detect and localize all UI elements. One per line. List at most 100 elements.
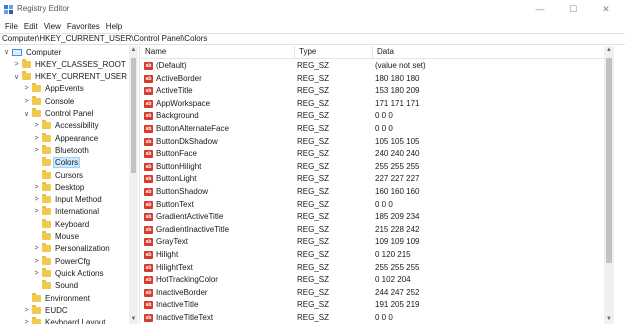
value-row[interactable]: ab ButtonFace REG_SZ 240 240 240 xyxy=(141,148,604,160)
value-data: 244 247 252 xyxy=(375,287,420,297)
value-data: 109 109 109 xyxy=(375,237,420,247)
value-name: ButtonHilight xyxy=(156,161,202,171)
tree-item[interactable]: > PowerCfg xyxy=(0,255,128,267)
chevron-down-icon[interactable]: ∨ xyxy=(12,73,21,81)
values-scrollbar[interactable]: ▲ ▼ xyxy=(604,46,614,324)
value-row[interactable]: ab (Default) REG_SZ (value not set) xyxy=(141,60,604,72)
string-value-icon: ab xyxy=(144,99,153,108)
values-scroll-thumb[interactable] xyxy=(606,58,612,263)
tree-item[interactable]: ∨ Control Panel xyxy=(0,108,128,120)
chevron-down-icon[interactable]: ∨ xyxy=(22,110,31,118)
folder-icon xyxy=(32,83,41,93)
value-row[interactable]: ab InactiveTitleText REG_SZ 0 0 0 xyxy=(141,312,604,324)
tree-item[interactable]: > Desktop xyxy=(0,181,128,193)
menu-file[interactable]: File xyxy=(2,22,21,31)
value-row[interactable]: ab ButtonHilight REG_SZ 255 255 255 xyxy=(141,161,604,173)
value-type: REG_SZ xyxy=(297,73,330,83)
tree-scroll-up-icon[interactable]: ▲ xyxy=(129,46,138,55)
tree-item[interactable]: > Keyboard Layout xyxy=(0,317,128,324)
value-row[interactable]: ab HilightText REG_SZ 255 255 255 xyxy=(141,262,604,274)
tree-item[interactable]: > HKEY_CLASSES_ROOT xyxy=(0,58,128,70)
value-row[interactable]: ab ButtonDkShadow REG_SZ 105 105 105 xyxy=(141,136,604,148)
value-row[interactable]: ab ButtonLight REG_SZ 227 227 227 xyxy=(141,173,604,185)
chevron-right-icon[interactable]: > xyxy=(32,270,41,277)
tree-item[interactable]: > Accessibility xyxy=(0,120,128,132)
tree-item-label: Sound xyxy=(55,281,79,291)
tree-item[interactable]: > Quick Actions xyxy=(0,267,128,279)
tree-item[interactable]: > AppEvents xyxy=(0,83,128,95)
tree-item[interactable]: > EUDC xyxy=(0,304,128,316)
chevron-right-icon[interactable]: > xyxy=(32,184,41,191)
value-row[interactable]: ab GradientInactiveTitle REG_SZ 215 228 242 xyxy=(141,224,604,236)
value-row[interactable]: ab Hilight REG_SZ 0 120 215 xyxy=(141,249,604,261)
tree-item[interactable]: > Console xyxy=(0,95,128,107)
chevron-right-icon[interactable]: > xyxy=(32,196,41,203)
chevron-right-icon[interactable]: > xyxy=(32,208,41,215)
tree-item[interactable]: Sound xyxy=(0,280,128,292)
tree-item[interactable]: > Personalization xyxy=(0,243,128,255)
maximize-button[interactable]: ☐ xyxy=(556,0,590,18)
string-value-icon: ab xyxy=(144,301,153,310)
chevron-right-icon[interactable]: > xyxy=(32,122,41,129)
value-row[interactable]: ab GradientActiveTitle REG_SZ 185 209 234 xyxy=(141,211,604,223)
tree-item-label: Bluetooth xyxy=(55,145,89,155)
menu-favorites[interactable]: Favorites xyxy=(64,22,103,31)
folder-icon xyxy=(42,206,51,216)
chevron-right-icon[interactable]: > xyxy=(12,61,21,68)
tree-item[interactable]: ∨ Computer xyxy=(0,46,128,58)
chevron-right-icon[interactable]: > xyxy=(32,135,41,142)
chevron-down-icon[interactable]: ∨ xyxy=(2,48,11,56)
column-header-data[interactable]: Data xyxy=(373,46,604,58)
value-row[interactable]: ab ButtonShadow REG_SZ 160 160 160 xyxy=(141,186,604,198)
value-row[interactable]: ab ButtonAlternateFace REG_SZ 0 0 0 xyxy=(141,123,604,135)
folder-icon xyxy=(42,157,51,167)
pane-splitter[interactable] xyxy=(139,46,140,324)
value-type: REG_SZ xyxy=(297,250,330,259)
chevron-right-icon[interactable]: > xyxy=(22,319,31,324)
value-row[interactable]: ab ActiveBorder REG_SZ 180 180 180 xyxy=(141,73,604,85)
chevron-right-icon[interactable]: > xyxy=(32,147,41,154)
value-row[interactable]: ab HotTrackingColor REG_SZ 0 102 204 xyxy=(141,274,604,286)
tree-scroll-down-icon[interactable]: ▼ xyxy=(129,315,138,324)
tree-item[interactable]: > Input Method xyxy=(0,194,128,206)
tree-item[interactable]: Mouse xyxy=(0,231,128,243)
tree-item[interactable]: > Appearance xyxy=(0,132,128,144)
value-row[interactable]: ab InactiveTitle REG_SZ 191 205 219 xyxy=(141,299,604,311)
value-row[interactable]: ab Background REG_SZ 0 0 0 xyxy=(141,110,604,122)
value-row[interactable]: ab InactiveBorder REG_SZ 244 247 252 xyxy=(141,287,604,299)
value-type: REG_SZ xyxy=(297,275,330,285)
minimize-button[interactable]: — xyxy=(523,0,557,18)
values-scroll-up-icon[interactable]: ▲ xyxy=(604,46,614,55)
chevron-right-icon[interactable]: > xyxy=(32,245,41,252)
menu-edit[interactable]: Edit xyxy=(21,22,41,31)
tree-item[interactable]: Colors xyxy=(0,157,128,169)
chevron-right-icon[interactable]: > xyxy=(32,258,41,265)
close-button[interactable]: ✕ xyxy=(589,0,623,18)
folder-icon xyxy=(22,71,31,81)
menu-help[interactable]: Help xyxy=(103,22,125,31)
tree-item[interactable]: Environment xyxy=(0,292,128,304)
address-bar[interactable]: Computer\HKEY_CURRENT_USER\Control Panel… xyxy=(0,33,625,45)
tree-item-label: AppEvents xyxy=(45,84,84,94)
column-header-name[interactable]: Name xyxy=(141,46,295,58)
value-row[interactable]: ab ActiveTitle REG_SZ 153 180 209 xyxy=(141,85,604,97)
tree-item[interactable]: > International xyxy=(0,206,128,218)
chevron-right-icon[interactable]: > xyxy=(22,85,31,92)
tree-scroll-thumb[interactable] xyxy=(131,58,136,173)
chevron-right-icon[interactable]: > xyxy=(22,307,31,314)
folder-icon xyxy=(42,280,51,290)
tree-scrollbar[interactable]: ▲ ▼ xyxy=(129,46,138,324)
menu-view[interactable]: View xyxy=(41,22,64,31)
value-data: 240 240 240 xyxy=(375,149,420,159)
values-scroll-down-icon[interactable]: ▼ xyxy=(604,315,614,324)
column-header-type[interactable]: Type xyxy=(295,46,373,58)
value-row[interactable]: ab ButtonText REG_SZ 0 0 0 xyxy=(141,199,604,211)
tree-item[interactable]: Keyboard xyxy=(0,218,128,230)
value-row[interactable]: ab AppWorkspace REG_SZ 171 171 171 xyxy=(141,98,604,110)
tree-item[interactable]: Cursors xyxy=(0,169,128,181)
tree-item[interactable]: ∨ HKEY_CURRENT_USER xyxy=(0,71,128,83)
value-row[interactable]: ab GrayText REG_SZ 109 109 109 xyxy=(141,236,604,248)
chevron-right-icon[interactable]: > xyxy=(22,98,31,105)
tree-item[interactable]: > Bluetooth xyxy=(0,144,128,156)
value-data: 160 160 160 xyxy=(375,187,420,196)
